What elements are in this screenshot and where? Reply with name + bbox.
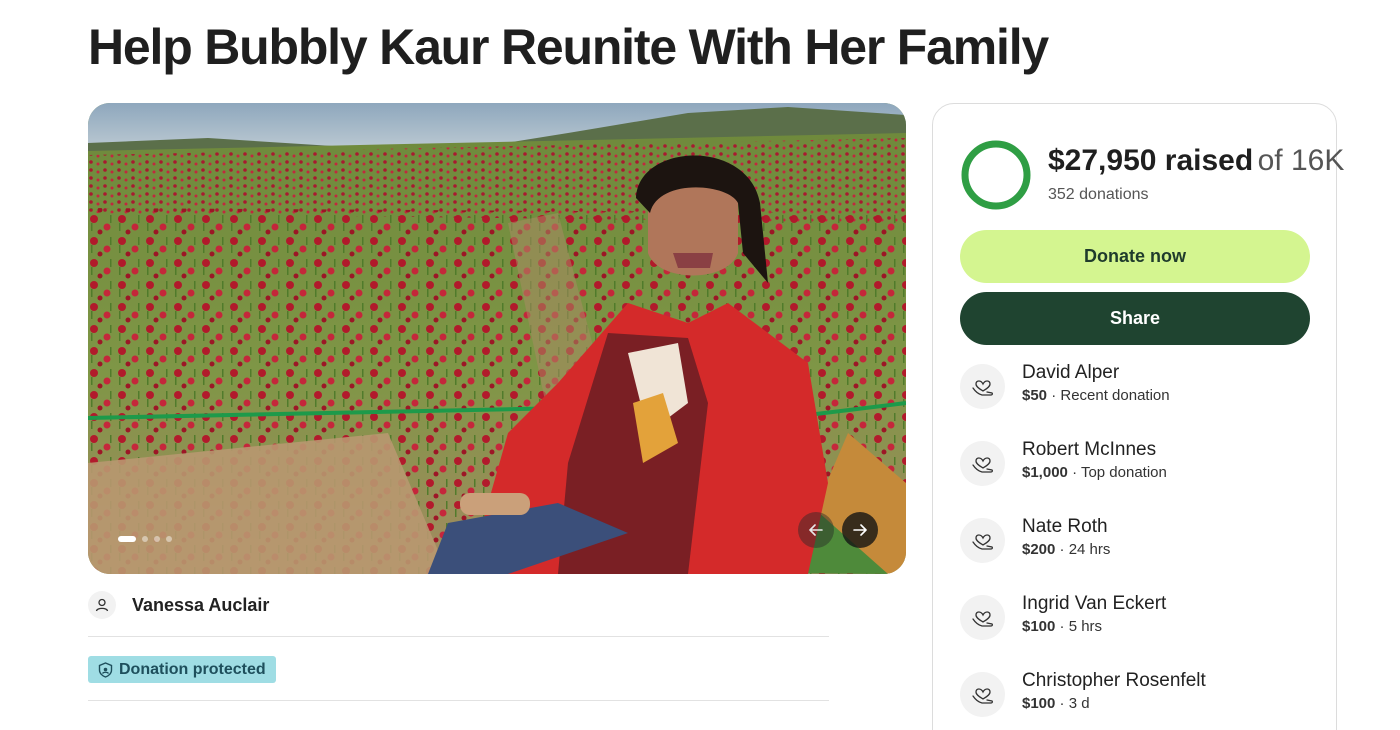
donor-amount: $1,000	[1022, 464, 1068, 481]
goal-amount: of 16K	[1257, 144, 1345, 177]
donor-name: Robert McInnes	[1022, 439, 1157, 460]
carousel-dot[interactable]	[154, 536, 160, 542]
divider	[88, 700, 829, 701]
badge-label: Donation protected	[119, 660, 266, 678]
donor-icon	[960, 595, 1005, 640]
avatar	[88, 591, 116, 619]
donation-hand-heart-icon	[971, 456, 993, 473]
donor-meta: $100 · 3 d	[1022, 695, 1206, 712]
carousel-dot[interactable]	[166, 536, 172, 542]
donor-item[interactable]: David Alper $50 · Recent donation	[960, 362, 1170, 409]
divider	[88, 636, 829, 637]
carousel-dots[interactable]	[118, 536, 172, 542]
donor-item[interactable]: Christopher Rosenfelt $100 · 3 d	[960, 670, 1206, 717]
donor-note: · Recent donation	[1051, 387, 1170, 404]
donor-icon	[960, 518, 1005, 563]
donor-name: Christopher Rosenfelt	[1022, 670, 1206, 691]
donor-amount: $50	[1022, 387, 1048, 404]
progress-ring	[961, 140, 1031, 210]
donor-text: Robert McInnes $1,000 · Top donation	[1022, 439, 1167, 481]
user-icon	[95, 598, 109, 612]
organizer[interactable]: Vanessa Auclair	[88, 591, 269, 619]
donor-item[interactable]: Nate Roth $200 · 24 hrs	[960, 516, 1110, 563]
donor-meta: $200 · 24 hrs	[1022, 541, 1110, 558]
campaign-photo-image	[88, 103, 906, 574]
donor-icon	[960, 441, 1005, 486]
donor-name: Ingrid Van Eckert	[1022, 593, 1167, 614]
donor-amount: $200	[1022, 541, 1056, 558]
donor-icon	[960, 364, 1005, 409]
carousel-next-button[interactable]	[842, 512, 878, 548]
arrow-left-icon	[809, 524, 823, 536]
donor-text: Christopher Rosenfelt $100 · 3 d	[1022, 670, 1206, 712]
donor-note: · 3 d	[1059, 695, 1090, 712]
donation-hand-heart-icon	[971, 533, 993, 550]
donor-item[interactable]: Ingrid Van Eckert $100 · 5 hrs	[960, 593, 1166, 640]
donor-icon	[960, 672, 1005, 717]
donor-amount: $100	[1022, 618, 1056, 635]
arrow-right-icon	[853, 524, 867, 536]
carousel-dot[interactable]	[142, 536, 148, 542]
donation-card: $27,950 raised of 16K 352 donations Dona…	[932, 103, 1344, 730]
donor-item[interactable]: Robert McInnes $1,000 · Top donation	[960, 439, 1167, 486]
donor-text: David Alper $50 · Recent donation	[1022, 362, 1170, 404]
donation-hand-heart-icon	[971, 379, 993, 396]
donor-name: David Alper	[1022, 362, 1120, 383]
donor-meta: $100 · 5 hrs	[1022, 618, 1166, 635]
shield-icon	[98, 661, 113, 678]
share-button[interactable]: Share	[960, 292, 1310, 345]
carousel-dot[interactable]	[118, 536, 136, 542]
donate-button[interactable]: Donate now	[960, 230, 1310, 283]
donor-note: · 24 hrs	[1059, 541, 1111, 558]
page-title: Help Bubbly Kaur Reunite With Her Family	[88, 19, 1049, 75]
donor-amount: $100	[1022, 695, 1056, 712]
donor-text: Nate Roth $200 · 24 hrs	[1022, 516, 1110, 558]
carousel-prev-button[interactable]	[798, 512, 834, 548]
donor-note: · 5 hrs	[1059, 618, 1103, 635]
donor-meta: $50 · Recent donation	[1022, 387, 1170, 404]
donor-meta: $1,000 · Top donation	[1022, 464, 1167, 481]
donor-name: Nate Roth	[1022, 516, 1108, 537]
donation-protected-badge[interactable]: Donation protected	[88, 656, 276, 683]
donation-hand-heart-icon	[971, 687, 993, 704]
campaign-photo[interactable]	[88, 103, 906, 574]
donor-text: Ingrid Van Eckert $100 · 5 hrs	[1022, 593, 1166, 635]
donor-note: · Top donation	[1072, 464, 1167, 481]
amount-raised: $27,950 raised of 16K	[1048, 144, 1344, 178]
donation-hand-heart-icon	[971, 610, 993, 627]
organizer-name[interactable]: Vanessa Auclair	[132, 595, 269, 616]
raised-amount: $27,950 raised	[1048, 144, 1254, 177]
donation-count: 352 donations	[1048, 186, 1149, 203]
